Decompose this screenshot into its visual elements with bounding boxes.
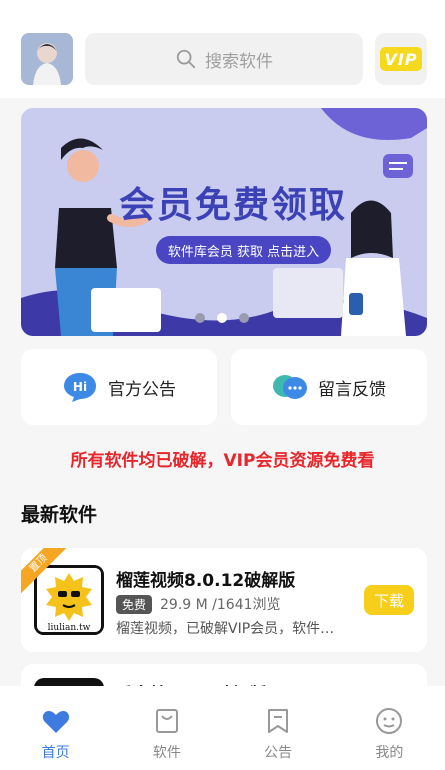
feedback-label: 留言反馈	[318, 379, 386, 400]
avatar[interactable]	[21, 33, 73, 85]
feedback-card[interactable]: 留言反馈	[231, 349, 427, 425]
header: 搜索软件 VIP	[0, 0, 445, 98]
bookmark-icon	[268, 709, 289, 733]
tab-label: 我的	[375, 745, 404, 761]
tab-software[interactable]: 软件	[111, 686, 222, 770]
hi-text: Hi	[73, 380, 87, 394]
heart-icon	[42, 711, 69, 733]
face-icon	[376, 708, 403, 734]
promo-banner[interactable]: 会员免费领取 软件库会员 获取 点击进入	[21, 108, 427, 336]
search-icon	[176, 49, 196, 69]
app-name: 榴莲视频8.0.12破解版	[116, 571, 296, 591]
vip-button[interactable]: VIP	[375, 33, 427, 85]
section-title: 最新软件	[21, 504, 98, 526]
vip-badge: VIP	[380, 47, 422, 71]
bottom-tab-bar: 首页 软件 公告 我的	[0, 686, 445, 770]
banner-title: 会员免费领取	[119, 185, 348, 226]
tab-mine[interactable]: 我的	[334, 686, 445, 770]
carousel-dots	[195, 313, 249, 323]
app-description: 榴莲视频，已破解VIP会员，软件…	[116, 621, 335, 637]
app-meta: 免费 29.9 M /1641浏览	[116, 594, 281, 614]
tab-label: 首页	[41, 745, 70, 761]
download-button[interactable]: 下载	[364, 585, 414, 615]
app-size-views: 29.9 M /1641浏览	[160, 597, 281, 613]
app-icon: liulian.tw	[34, 565, 104, 635]
free-badge: 免费	[116, 594, 153, 614]
hi-bubble-icon: Hi	[64, 373, 96, 402]
search-placeholder: 搜索软件	[205, 51, 273, 72]
tab-announcements[interactable]: 公告	[223, 686, 334, 770]
carousel-dot[interactable]	[239, 313, 249, 323]
app-list-item[interactable]: liulian.tw 置顶 榴莲视频8.0.12破解版 免费 29.9 M /1…	[21, 548, 427, 652]
carousel-dot-active[interactable]	[217, 313, 227, 323]
bag-icon	[155, 709, 178, 733]
durian-icon: liulian.tw	[34, 565, 104, 635]
carousel-dot[interactable]	[195, 313, 205, 323]
avatar-image	[21, 33, 73, 85]
tab-home[interactable]: 首页	[0, 686, 111, 770]
announcement-label: 官方公告	[108, 379, 176, 400]
app-icon-text: liulian.tw	[48, 623, 91, 633]
chat-bubbles-icon	[273, 375, 307, 399]
announcement-card[interactable]: Hi 官方公告	[21, 349, 217, 425]
tab-label: 公告	[264, 745, 293, 761]
search-input[interactable]: 搜索软件	[85, 33, 363, 85]
tab-label: 软件	[152, 745, 181, 761]
notice-text: 所有软件均已破解，VIP会员资源免费看	[70, 451, 375, 471]
banner-cta[interactable]: 软件库会员 获取 点击进入	[156, 236, 331, 264]
